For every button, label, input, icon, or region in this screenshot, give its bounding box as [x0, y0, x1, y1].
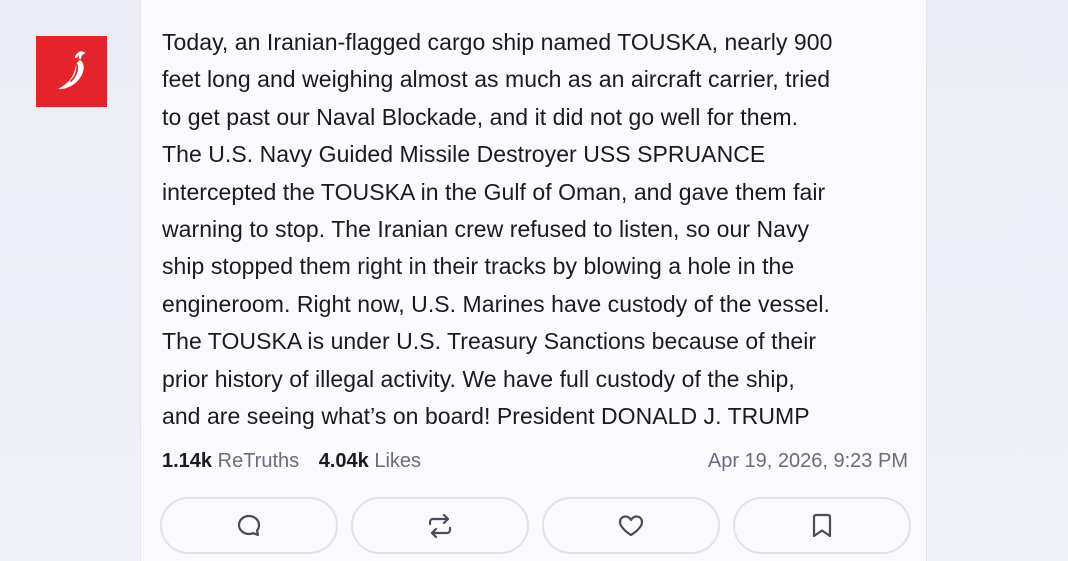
comment-icon: [237, 514, 261, 536]
post-line: The TOUSKA is under U.S. Treasury Sancti…: [162, 328, 817, 355]
post-actions: [160, 497, 912, 555]
retruths-stat[interactable]: 1.14k ReTruths: [162, 450, 305, 472]
post-line: warning to stop. The Iranian crew refuse…: [162, 216, 810, 243]
post-stats: 1.14k ReTruths 4.04k Likes Apr 19, 2026,…: [162, 446, 908, 478]
post-line: prior history of illegal activity. We ha…: [162, 365, 795, 392]
post-line: and are seeing what’s on board! Presiden…: [162, 403, 810, 430]
retruths-count: 1.14k: [162, 450, 213, 472]
likes-count: 4.04k: [318, 450, 369, 472]
post-line: The U.S. Navy Guided Missile Destroyer U…: [162, 141, 766, 168]
post-line: engineroom. Right now, U.S. Marines have…: [162, 290, 830, 317]
heart-icon: [618, 514, 644, 536]
likes-label: Likes: [374, 450, 422, 472]
post-line: to get past our Naval Blockade, and it d…: [162, 103, 799, 130]
post-line: intercepted the TOUSKA in the Gulf of Om…: [162, 178, 826, 205]
retruth-button[interactable]: [351, 497, 529, 554]
like-button[interactable]: [542, 497, 720, 554]
repost-icon: [428, 513, 452, 538]
post-line: feet long and weighing almost as much as…: [162, 66, 831, 93]
post-line: Today, an Iranian-flagged cargo ship nam…: [162, 29, 833, 55]
post-timestamp[interactable]: Apr 19, 2026, 9:23 PM: [708, 450, 908, 473]
chili-pepper-icon: [57, 50, 86, 89]
post-line: ship stopped them right in their tracks …: [162, 253, 795, 280]
bookmark-icon: [812, 513, 832, 537]
post-text: Today, an Iranian-flagged cargo ship nam…: [162, 24, 922, 435]
likes-stat[interactable]: 4.04k Likes: [319, 450, 421, 472]
bookmark-button[interactable]: [733, 497, 911, 554]
avatar[interactable]: [36, 36, 107, 107]
reply-button[interactable]: [160, 497, 338, 554]
retruths-label: ReTruths: [217, 450, 300, 472]
